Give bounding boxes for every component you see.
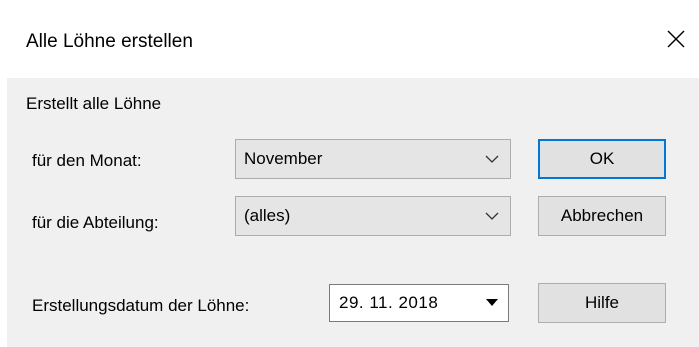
creation-date-value: 29. 11. 2018 [339, 293, 439, 312]
chevron-down-icon [485, 155, 499, 163]
title-bar[interactable]: Alle Löhne erstellen [0, 0, 699, 78]
month-selected-value: November [244, 149, 323, 168]
dialog-content: Erstellt alle Löhne für den Monat: Novem… [7, 78, 699, 347]
close-button[interactable] [653, 18, 699, 60]
department-selected-value: (alles) [244, 206, 291, 225]
intro-text: Erstellt alle Löhne [26, 94, 162, 113]
window-title: Alle Löhne erstellen [26, 31, 193, 52]
chevron-down-icon [485, 212, 499, 220]
cancel-button[interactable]: Abbrechen [538, 196, 666, 236]
window-frame-left [0, 0, 7, 347]
close-icon [667, 30, 685, 48]
help-button[interactable]: Hilfe [538, 283, 666, 323]
month-combobox[interactable]: November [235, 139, 511, 179]
month-label: für den Monat: [32, 151, 142, 170]
creation-date-label: Erstellungsdatum der Löhne: [32, 296, 250, 315]
department-label: für die Abteilung: [32, 213, 159, 232]
ok-button[interactable]: OK [538, 139, 666, 179]
department-combobox[interactable]: (alles) [235, 196, 511, 236]
dialog-window: Alle Löhne erstellen Erstellt alle Löhne… [0, 0, 699, 347]
creation-date-picker[interactable]: 29. 11. 2018 [329, 284, 509, 322]
dropdown-arrow-icon [486, 299, 498, 306]
